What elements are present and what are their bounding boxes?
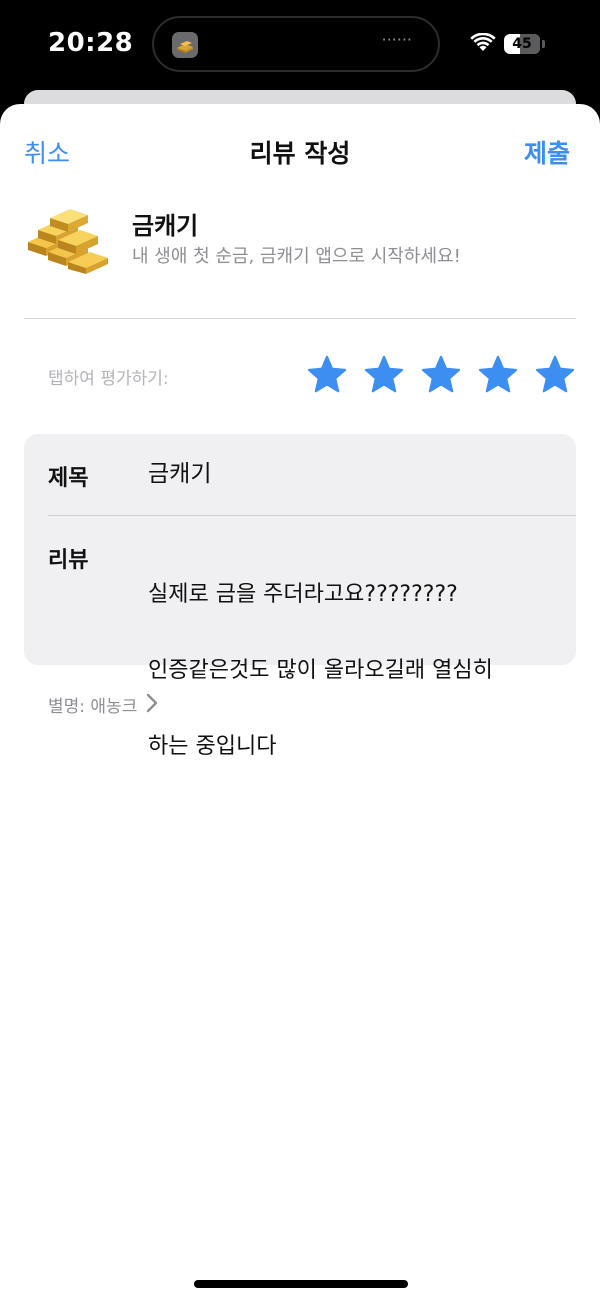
review-line: 실제로 금을 주더라고요???????? — [148, 582, 458, 607]
status-bar: 20:28 ······ 45 — [0, 0, 600, 90]
star-rating[interactable] — [306, 354, 576, 398]
phone-screen: 20:28 ······ 45 취소 리뷰 작성 제출 금캐기 내 생애 첫 순… — [0, 0, 600, 1301]
app-header: 금캐기 내 생애 첫 순금, 금캐기 앱으로 시작하세요! — [24, 196, 576, 296]
review-line: 인증같은것도 많이 올라오길래 열심히 — [148, 658, 493, 683]
title-label: 제목 — [48, 466, 89, 491]
review-sheet: 취소 리뷰 작성 제출 금캐기 내 생애 첫 순금, 금캐기 앱으로 시작하세요… — [0, 104, 600, 1301]
star-icon[interactable] — [477, 354, 519, 396]
battery-indicator: 45 — [504, 34, 545, 54]
nav-bar: 취소 리뷰 작성 제출 — [0, 104, 600, 194]
home-indicator[interactable] — [194, 1280, 408, 1288]
gold-bars-icon — [172, 32, 198, 58]
chevron-right-icon — [146, 693, 158, 717]
gold-bars-icon — [24, 200, 114, 274]
star-icon[interactable] — [363, 354, 405, 396]
battery-cap — [542, 40, 545, 48]
nickname-link[interactable]: 별명: 애농크 — [48, 692, 158, 718]
form-divider — [48, 515, 576, 516]
star-icon[interactable] — [420, 354, 462, 396]
review-text-area[interactable]: 실제로 금을 주더라고요???????? 인증같은것도 많이 올라오길래 열심히… — [148, 538, 558, 804]
review-form-card: 제목 리뷰 실제로 금을 주더라고요???????? 인증같은것도 많이 올라오… — [24, 434, 576, 759]
submit-button[interactable]: 제출 — [524, 134, 570, 170]
app-name: 금캐기 — [132, 212, 199, 240]
title-input[interactable] — [148, 458, 548, 484]
star-icon[interactable] — [534, 354, 576, 396]
island-activity-dots: ······ — [381, 30, 412, 49]
star-icon[interactable] — [306, 354, 348, 396]
app-tagline: 내 생애 첫 순금, 금캐기 앱으로 시작하세요! — [132, 246, 461, 267]
review-label: 리뷰 — [48, 548, 89, 573]
section-divider — [24, 318, 576, 319]
nickname-label: 별명: 애농크 — [48, 697, 138, 717]
rating-prompt: 탭하여 평가하기: — [48, 369, 169, 389]
review-line: 하는 중입니다 — [148, 734, 277, 759]
dynamic-island[interactable]: ······ — [152, 16, 440, 72]
status-time: 20:28 — [48, 28, 134, 58]
battery-body: 45 — [504, 34, 540, 54]
page-title: 리뷰 작성 — [249, 139, 351, 168]
battery-percent: 45 — [512, 36, 532, 52]
wifi-icon — [470, 32, 496, 57]
